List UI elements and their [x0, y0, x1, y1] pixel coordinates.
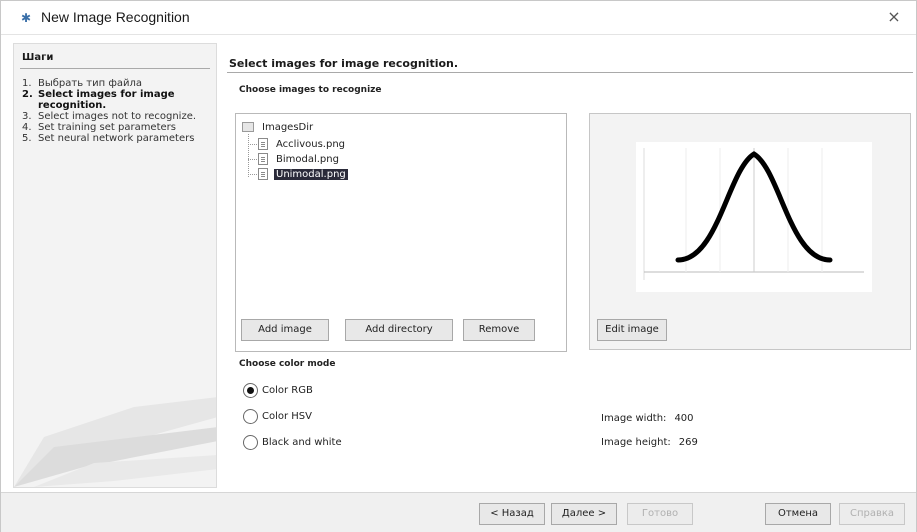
step-number: 2. [22, 89, 33, 100]
tree-root[interactable]: ImagesDir [242, 120, 315, 134]
image-width-info: Image width: 400 [601, 413, 694, 424]
step-label: Set neural network parameters [38, 133, 195, 144]
radio-label: Color HSV [262, 411, 312, 422]
help-button[interactable]: Справка [839, 503, 905, 525]
step-label: Select images not to recognize. [38, 111, 197, 122]
tree-item-selected[interactable]: Unimodal.png [258, 167, 348, 181]
preview-image [636, 142, 872, 292]
watermark-graphic [14, 397, 216, 487]
step-number: 3. [22, 111, 32, 122]
step-item-5: 5. Set neural network parameters [22, 133, 212, 144]
preview-curve-image [643, 148, 864, 280]
button-bar: < Назад Далее > Готово Отмена Справка [1, 492, 916, 532]
image-preview [589, 113, 911, 350]
radio-label: Black and white [262, 437, 342, 448]
title-divider [227, 72, 913, 73]
remove-button[interactable]: Remove [463, 319, 535, 341]
image-width-value: 400 [674, 413, 694, 424]
radio-color-hsv[interactable]: Color HSV [243, 409, 312, 424]
close-icon[interactable]: × [884, 7, 904, 27]
image-width-label: Image width: [601, 413, 667, 424]
wizard-icon: ✱ [21, 11, 32, 25]
steps-panel: Шаги 1. Выбрать тип файла 2. Select imag… [13, 43, 217, 488]
tree-item[interactable]: Bimodal.png [258, 152, 341, 166]
add-directory-button[interactable]: Add directory [345, 319, 453, 341]
image-height-value: 269 [678, 437, 698, 448]
step-item-4: 4. Set training set parameters [22, 122, 212, 133]
image-height-label: Image height: [601, 437, 671, 448]
radio-button[interactable] [243, 409, 258, 424]
tree-connector [248, 159, 257, 160]
back-button[interactable]: < Назад [479, 503, 545, 525]
wizard-window: ✱ New Image Recognition × Шаги 1. Выбрат… [0, 0, 917, 532]
tree-item-label: Unimodal.png [274, 168, 348, 180]
step-number: 4. [22, 122, 32, 133]
file-icon [258, 168, 268, 180]
folder-icon [242, 122, 254, 132]
step-label: Выбрать тип файла [38, 78, 143, 89]
finish-button[interactable]: Готово [627, 503, 693, 525]
tree-item-label: Bimodal.png [276, 153, 339, 165]
step-number: 5. [22, 133, 32, 144]
file-icon [258, 153, 268, 165]
tree-item[interactable]: Acclivous.png [258, 137, 347, 151]
radio-button[interactable] [243, 383, 258, 398]
steps-header: Шаги [22, 52, 54, 63]
image-tree[interactable]: ImagesDir Acclivous.png Bimodal.png Unim… [235, 113, 567, 352]
steps-divider [20, 68, 210, 69]
main-panel: Select images for image recognition. Cho… [223, 43, 913, 488]
tree-item-label: Acclivous.png [276, 138, 346, 150]
add-image-button[interactable]: Add image [241, 319, 329, 341]
step-list: 1. Выбрать тип файла 2. Select images fo… [22, 78, 212, 144]
tree-connector [248, 174, 257, 175]
color-mode-label: Choose color mode [239, 359, 336, 369]
step-label: Select images for image recognition. [38, 89, 175, 111]
step-item-2: 2. Select images for image recognition. [22, 89, 212, 111]
radio-label: Color RGB [262, 385, 313, 396]
tree-connector [248, 144, 257, 145]
step-item-3: 3. Select images not to recognize. [22, 111, 212, 122]
window-title: New Image Recognition [41, 9, 190, 25]
next-button[interactable]: Далее > [551, 503, 617, 525]
step-number: 1. [22, 78, 32, 89]
edit-image-button[interactable]: Edit image [597, 319, 667, 341]
title-bar: ✱ New Image Recognition × [1, 1, 916, 35]
page-title: Select images for image recognition. [229, 57, 459, 70]
tree-connector [248, 134, 249, 177]
radio-color-rgb[interactable]: Color RGB [243, 383, 313, 398]
image-height-info: Image height: 269 [601, 437, 698, 448]
radio-black-white[interactable]: Black and white [243, 435, 342, 450]
file-icon [258, 138, 268, 150]
choose-images-label: Choose images to recognize [239, 85, 382, 95]
cancel-button[interactable]: Отмена [765, 503, 831, 525]
step-item-1: 1. Выбрать тип файла [22, 78, 212, 89]
tree-root-label: ImagesDir [262, 121, 314, 133]
radio-button[interactable] [243, 435, 258, 450]
step-label: Set training set parameters [38, 122, 176, 133]
